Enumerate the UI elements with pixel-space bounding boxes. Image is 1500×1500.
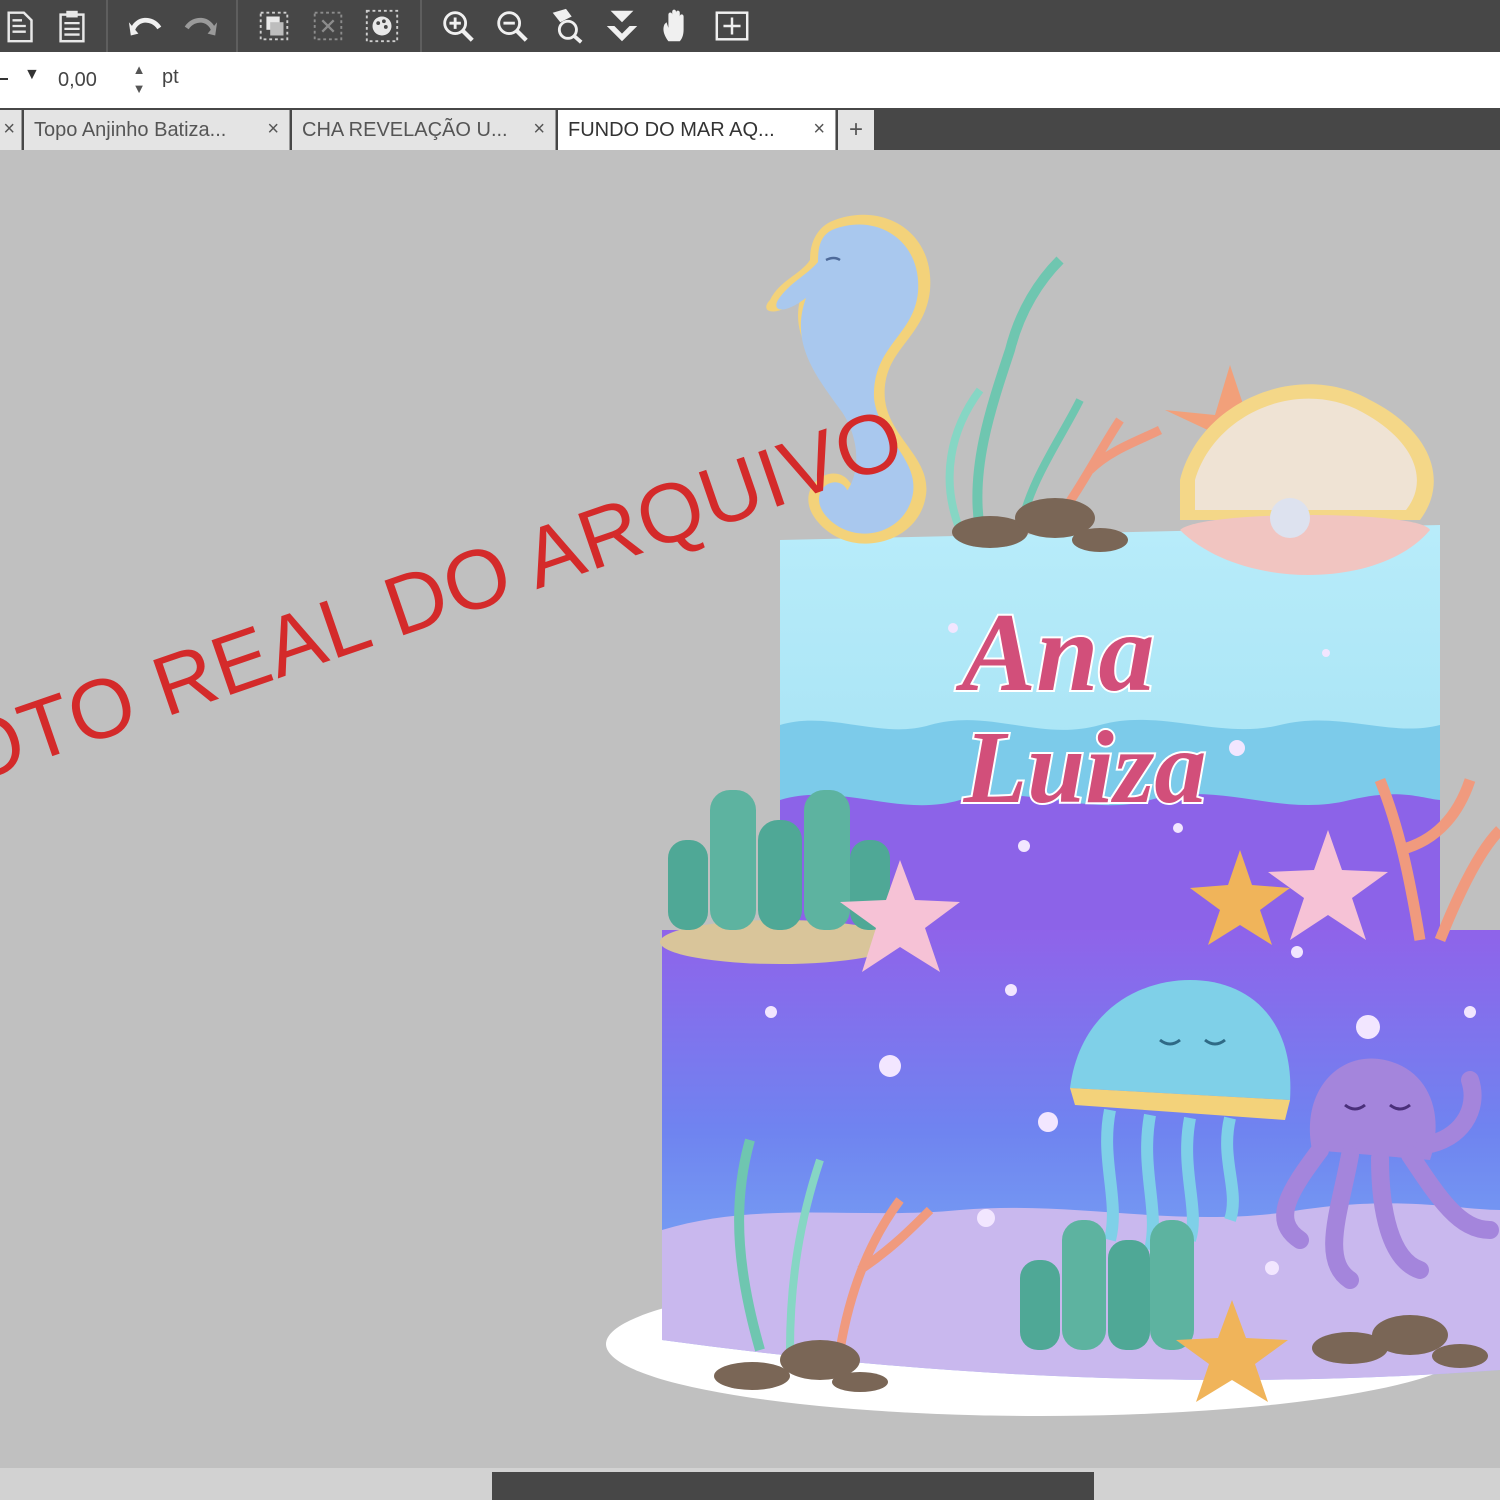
tab-document-3[interactable]: CHA REVELAÇÃO U... × [292, 110, 556, 150]
undo-icon[interactable] [124, 4, 168, 48]
horizontal-scrollbar[interactable] [0, 1468, 1500, 1500]
tab-document-2[interactable]: Topo Anjinho Batiza... × [24, 110, 290, 150]
clipboard-icon[interactable] [50, 4, 94, 48]
fit-frame-icon[interactable] [710, 4, 754, 48]
tab-close-icon[interactable]: × [813, 118, 825, 141]
outline-width-input[interactable] [52, 64, 126, 96]
tab-document-1[interactable]: × [0, 110, 22, 150]
palette-icon[interactable] [360, 4, 404, 48]
seaweed-illustration [945, 256, 1163, 533]
outline-width-stepper[interactable]: ▲ ▼ [130, 60, 148, 100]
cake-artwork[interactable]: Ana Luiza [0, 150, 1500, 1468]
drawing-canvas[interactable]: Ana Luiza OTO REAL DO ARQUIVO [0, 150, 1500, 1468]
cake-name-line1: Ana [956, 591, 1155, 715]
redo-icon[interactable] [178, 4, 222, 48]
property-bar: ▼ ▲▼ pt [0, 52, 1500, 108]
tab-document-4-active[interactable]: FUNDO DO MAR AQ... × [558, 110, 836, 150]
tab-close-icon[interactable]: × [533, 118, 545, 141]
new-tab-button[interactable]: + [838, 110, 874, 150]
app-window: ▼ ▲▼ pt × Topo Anjinho Batiza... × CHA R… [0, 0, 1500, 1500]
ungroup-icon[interactable] [306, 4, 350, 48]
download-icon[interactable] [600, 4, 644, 48]
outline-dropdown-arrow[interactable]: ▼ [24, 66, 40, 84]
cake-name-line2: Luiza [963, 710, 1207, 825]
scrollbar-thumb[interactable] [492, 1472, 1094, 1500]
line-style-preview [0, 78, 8, 80]
hand-icon[interactable] [654, 4, 698, 48]
toolbar-separator [106, 0, 108, 52]
tab-label: FUNDO DO MAR AQ... [568, 118, 775, 141]
outline-unit-label: pt [162, 66, 179, 88]
toolbar-separator [236, 0, 238, 52]
tab-close-icon[interactable]: × [3, 118, 15, 141]
zoom-out-icon[interactable] [490, 4, 534, 48]
zoom-in-icon[interactable] [436, 4, 480, 48]
paste-icon[interactable] [0, 4, 44, 48]
main-toolbar [0, 0, 1500, 52]
toolbar-separator [420, 0, 422, 52]
tab-label: Topo Anjinho Batiza... [34, 118, 227, 141]
tab-label: CHA REVELAÇÃO U... [302, 118, 508, 141]
tab-close-icon[interactable]: × [267, 118, 279, 141]
document-tab-bar: × Topo Anjinho Batiza... × CHA REVELAÇÃO… [0, 108, 1500, 150]
zoom-page-icon[interactable] [544, 4, 588, 48]
group-icon[interactable] [252, 4, 296, 48]
